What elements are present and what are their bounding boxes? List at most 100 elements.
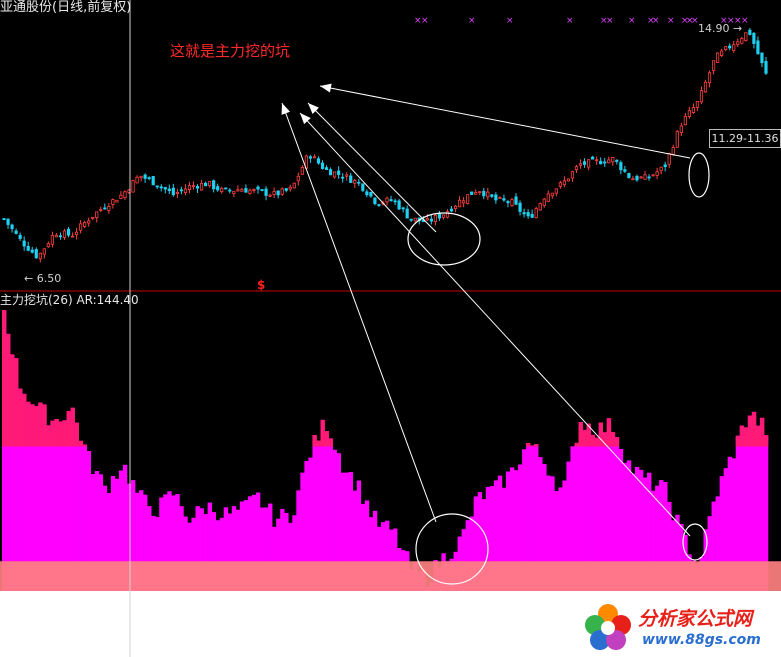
candle-body xyxy=(639,176,643,179)
candle-body xyxy=(328,169,333,176)
site-logo: 分析家公式网 www.88gs.com xyxy=(578,598,781,657)
candle-body xyxy=(748,29,752,35)
candle-body xyxy=(22,240,26,247)
candle-body xyxy=(341,176,345,179)
candle-body xyxy=(50,234,54,245)
candle-body xyxy=(478,191,482,194)
candle-body xyxy=(284,188,288,191)
candle-body xyxy=(34,249,38,259)
candle-body xyxy=(333,171,337,178)
candle-body xyxy=(691,107,696,113)
candle-body xyxy=(546,193,550,202)
candle-body xyxy=(260,189,264,191)
candle-body xyxy=(300,166,304,175)
candle-body xyxy=(724,46,728,50)
candle-body xyxy=(401,207,405,210)
indicator-bar-upper xyxy=(320,419,325,447)
candle-body xyxy=(699,90,704,103)
candle-body xyxy=(6,218,10,225)
candle-body xyxy=(679,125,683,133)
candle-body xyxy=(558,182,562,187)
candle-body xyxy=(365,191,369,196)
logo-name: 分析家公式网 xyxy=(638,608,753,630)
flower-logo-icon xyxy=(585,604,631,650)
pit-circle-price xyxy=(407,212,481,266)
candle-body xyxy=(95,211,99,219)
candle-body xyxy=(212,180,216,190)
candle-body xyxy=(361,183,365,191)
candle-body xyxy=(667,153,671,165)
candle-body xyxy=(83,222,87,227)
indicator-bar-upper xyxy=(50,420,55,447)
candle-body xyxy=(268,194,272,197)
candle-body xyxy=(316,158,321,164)
arrow-indicator-pit-to-note xyxy=(281,102,437,523)
indicator-bar-upper xyxy=(578,422,583,447)
candle-body xyxy=(111,199,115,205)
candle-body xyxy=(276,190,280,196)
candle-body xyxy=(183,188,188,193)
candle-body xyxy=(203,182,208,187)
indicator-bar-upper xyxy=(735,435,741,447)
candle-body xyxy=(486,191,490,198)
signal-marker: × xyxy=(468,16,476,26)
candle-body xyxy=(393,200,397,203)
indicator-bar-upper xyxy=(751,411,757,447)
candle-body xyxy=(736,41,740,45)
candle-body xyxy=(409,218,413,221)
candle-body xyxy=(87,220,91,224)
indicator-bar-upper xyxy=(54,419,59,447)
indicator-bar-upper xyxy=(594,437,599,447)
high-price-arrow: → xyxy=(733,22,743,35)
candle-body xyxy=(462,200,466,204)
chart-canvas[interactable]: × × × × × ×× × ×× × ××× × × × × xyxy=(0,0,781,657)
candle-body xyxy=(752,32,756,44)
candle-body xyxy=(550,192,554,197)
candle-body xyxy=(288,186,292,190)
candle-body xyxy=(647,176,651,179)
signal-marker: × xyxy=(421,16,429,26)
indicator-bar-upper xyxy=(42,404,47,447)
candle-body xyxy=(623,169,627,172)
indicator-bar-upper xyxy=(46,425,51,447)
candle-body xyxy=(562,180,567,186)
candle-body xyxy=(244,188,248,193)
candle-body xyxy=(240,189,244,192)
candle-body xyxy=(353,179,357,184)
candle-body xyxy=(449,208,454,212)
candle-body xyxy=(474,191,478,195)
candle-body xyxy=(135,176,139,184)
candle-body xyxy=(167,188,171,192)
candle-body xyxy=(586,159,591,168)
indicator-bar-upper xyxy=(743,427,749,447)
candle-body xyxy=(46,243,50,248)
candle-body xyxy=(756,40,760,55)
indicator-bar-upper xyxy=(534,444,539,447)
candle-body xyxy=(30,249,34,253)
candle-body xyxy=(671,147,675,155)
candle-body xyxy=(607,159,611,164)
candle-body xyxy=(248,189,252,194)
candle-body xyxy=(542,198,546,206)
candle-body xyxy=(232,190,236,194)
signal-marker: × xyxy=(566,16,574,26)
candle-body xyxy=(272,191,276,195)
candle-body xyxy=(470,191,474,195)
candle-body xyxy=(155,185,159,188)
candle-body xyxy=(482,190,486,197)
candle-body xyxy=(10,224,14,230)
candle-body xyxy=(224,187,228,190)
candle-body xyxy=(413,217,417,222)
indicator-bar-upper xyxy=(22,393,27,447)
candle-body xyxy=(99,209,103,211)
candle-body xyxy=(437,213,442,219)
window-title: 亚通股份(日线,前复权) xyxy=(0,0,132,15)
indicator-bar-upper xyxy=(328,438,333,447)
arrow-indicator-breakout-to-note xyxy=(299,112,691,537)
candle-body xyxy=(264,188,268,196)
candle-body xyxy=(308,156,313,159)
candle-body xyxy=(582,161,587,165)
candle-body xyxy=(599,160,603,165)
indicator-bar-upper xyxy=(14,358,19,447)
candle-body xyxy=(357,181,361,184)
